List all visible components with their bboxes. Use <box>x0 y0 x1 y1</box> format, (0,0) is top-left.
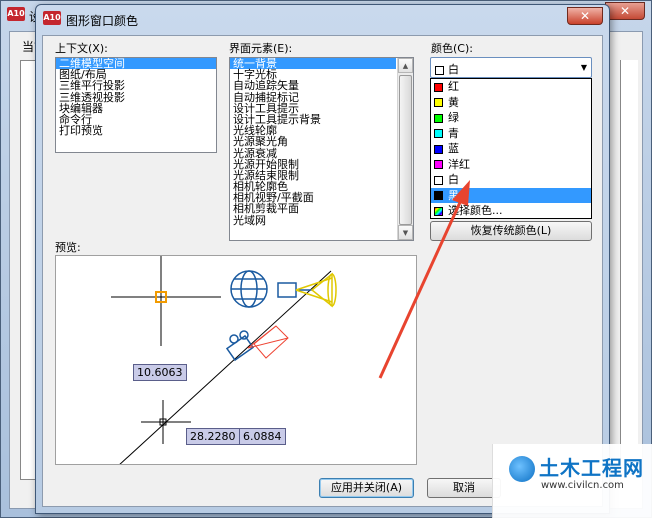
color-swatch-icon <box>434 129 443 138</box>
color-option-label: 洋红 <box>448 157 470 171</box>
color-option-label: 绿 <box>448 111 459 124</box>
restore-classic-colors-button[interactable]: 恢复传统颜色(L) <box>430 221 592 241</box>
dimension-value-1: 10.6063 <box>133 364 187 381</box>
color-option[interactable]: 青 <box>431 126 591 142</box>
color-swatch-icon <box>434 175 443 185</box>
color-option[interactable]: 洋红 <box>431 157 591 173</box>
preview-canvas: 10.6063 28.2280 6.0884 <box>55 255 417 465</box>
color-option[interactable]: 蓝 <box>431 141 591 157</box>
color-dropdown-list[interactable]: 红黄绿青蓝洋红白黑选择颜色... <box>430 78 592 219</box>
color-option-label: 选择颜色... <box>448 204 503 217</box>
watermark-url: www.civilcn.com <box>541 480 624 491</box>
parent-panel <box>20 60 36 480</box>
watermark-logo-icon <box>509 456 535 482</box>
app-logo-icon: A10 <box>7 7 25 21</box>
color-swatch-icon <box>434 82 443 92</box>
chevron-down-icon[interactable]: ▼ <box>581 63 587 72</box>
scroll-up-arrow-icon[interactable]: ▲ <box>398 58 413 73</box>
point-light-globe-icon <box>230 270 268 308</box>
scroll-down-arrow-icon[interactable]: ▼ <box>398 225 413 240</box>
interface-element-list-item[interactable]: 相机剪裁平面 <box>230 203 396 214</box>
interface-element-list-item[interactable]: 光源衰减 <box>230 147 396 159</box>
context-list-item[interactable]: 打印预览 <box>56 125 216 136</box>
site-watermark: 土木工程网 www.civilcn.com <box>492 444 652 518</box>
interface-elements-scrollbar[interactable]: ▲ ▼ <box>397 58 413 240</box>
interface-element-list-item[interactable]: 自动追踪矢量 <box>230 80 396 91</box>
dialog-client: 上下文(X): 二维模型空间 图纸/布局 三维平行投影 三维透视投影 块编辑器 命令行 打印… <box>42 35 603 507</box>
color-option-label: 青 <box>448 126 459 140</box>
color-option[interactable]: 黑 <box>431 187 591 203</box>
color-swatch-icon <box>434 191 443 200</box>
context-list-item[interactable]: 三维平行投影 <box>56 80 216 91</box>
interface-elements-label: 界面元素(E): <box>229 42 293 55</box>
parent-close-button[interactable]: ✕ <box>605 2 645 20</box>
color-option[interactable]: 白 <box>431 172 591 188</box>
interface-element-list-item[interactable]: 光域网 <box>230 215 396 226</box>
color-option[interactable]: 黄 <box>431 95 591 111</box>
color-current-label: 白 <box>448 63 459 76</box>
dialog-close-button[interactable]: ✕ <box>567 7 603 25</box>
color-option-label: 黄 <box>448 95 459 109</box>
color-option-label: 黑 <box>448 188 459 202</box>
color-current-value: 白 <box>435 61 459 77</box>
color-swatch-icon <box>434 113 443 123</box>
autocad-logo-icon: A10 <box>43 11 61 25</box>
color-option-label: 蓝 <box>448 142 459 155</box>
interface-element-list-item[interactable]: 光源聚光角 <box>230 136 396 147</box>
context-listbox[interactable]: 二维模型空间 图纸/布局 三维平行投影 三维透视投影 块编辑器 命令行 打印预览 <box>55 57 217 153</box>
graphics-window-color-dialog: A10 图形窗口颜色 ✕ 上下文(X): 二维模型空间 图纸/布局 三维平行投影 三维… <box>35 4 610 514</box>
interface-elements-listbox[interactable]: 统一背景 十字光标 自动追踪矢量 自动捕捉标记 设计工具提示 设计工具提示背景 光线轮廓 光源… <box>229 57 414 241</box>
scroll-thumb[interactable] <box>399 75 412 225</box>
color-swatch-icon <box>434 98 443 107</box>
color-option-label: 白 <box>448 173 459 186</box>
preview-label: 预览: <box>55 241 81 254</box>
apply-and-close-button[interactable]: 应用并关闭(A) <box>319 478 414 498</box>
parent-scrollbar[interactable] <box>620 60 638 480</box>
color-label: 颜色(C): <box>431 42 473 55</box>
watermark-title: 土木工程网 <box>539 456 644 480</box>
spotlight-icon <box>277 282 312 298</box>
color-swatch-icon <box>434 206 443 216</box>
dimension-value-2: 28.2280 <box>186 428 240 445</box>
color-option-label: 红 <box>448 80 459 93</box>
cancel-button[interactable]: 取消 <box>427 478 501 498</box>
color-combobox[interactable]: 白 ▼ <box>430 57 592 78</box>
dimension-value-3: 6.0884 <box>239 428 286 445</box>
context-label: 上下文(X): <box>55 42 108 55</box>
dialog-title: 图形窗口颜色 <box>66 14 139 28</box>
color-option[interactable]: 红 <box>431 79 591 95</box>
color-option[interactable]: 选择颜色... <box>431 203 591 219</box>
color-swatch-icon <box>434 160 443 169</box>
color-swatch-icon <box>435 65 444 75</box>
color-swatch-icon <box>434 144 443 154</box>
color-option[interactable]: 绿 <box>431 110 591 126</box>
